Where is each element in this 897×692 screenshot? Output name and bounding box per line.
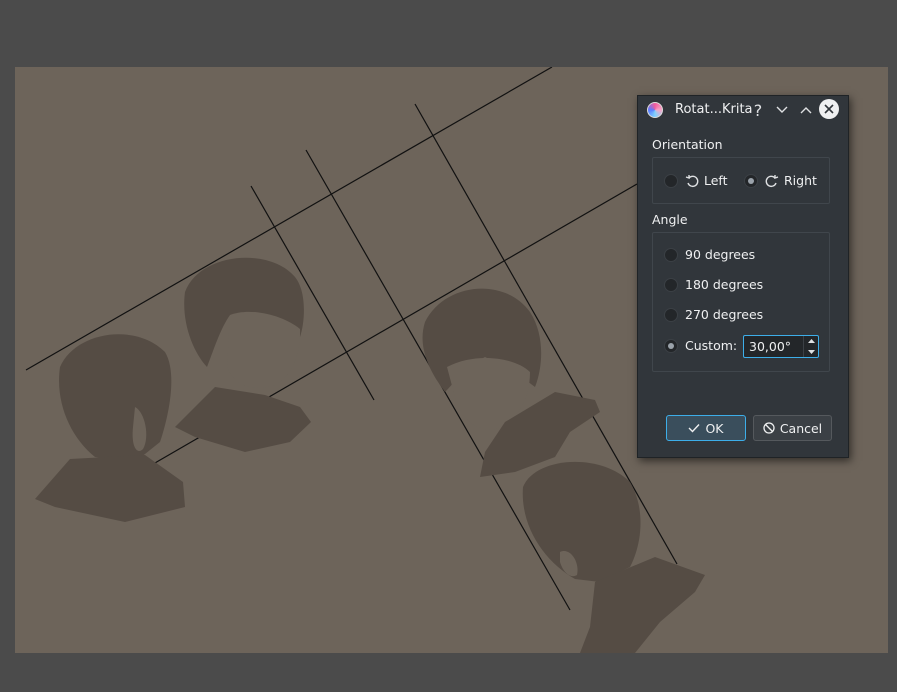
radio-custom-label: Custom: [685,338,738,353]
radio-90-label: 90 degrees [685,247,756,262]
radio-right-label: Right [784,173,817,188]
krita-icon [647,102,663,118]
radio-90-degrees[interactable]: 90 degrees [664,247,755,262]
radio-indicator[interactable] [664,338,678,353]
radio-270-degrees[interactable]: 270 degrees [664,307,763,322]
radio-custom[interactable]: Custom: [664,338,737,353]
minimize-button[interactable] [772,100,792,120]
spinbox-arrows [803,336,818,357]
radio-indicator[interactable] [664,247,678,262]
radio-indicator[interactable] [664,173,678,188]
custom-angle-value[interactable]: 30,00° [749,339,791,354]
custom-angle-spinbox[interactable]: 30,00° [743,335,819,358]
cancel-button[interactable]: Cancel [753,415,832,441]
cancel-icon [763,422,775,434]
sketch-head-4 [522,461,705,653]
rotate-right-icon [765,174,779,187]
sketch-head-1 [35,334,185,522]
cancel-label: Cancel [779,420,823,436]
spin-down-button[interactable] [804,347,818,358]
spin-up-button[interactable] [804,336,818,347]
chevron-up-icon [800,107,812,114]
radio-right[interactable]: Right [744,173,817,188]
dialog-title: Rotat...Krita [675,102,753,117]
arrow-down-icon [807,349,815,354]
close-button[interactable] [819,99,839,119]
radio-left-label: Left [704,173,728,188]
help-button[interactable]: ? [748,100,768,120]
maximize-button[interactable] [796,100,816,120]
angle-label: Angle [652,212,688,227]
ok-button[interactable]: OK [666,415,746,441]
krita-window: Rotat...Krita ? Orientation Left Right A… [0,0,897,692]
chevron-down-icon [776,106,788,113]
radio-left[interactable]: Left [664,173,728,188]
arrow-up-icon [807,339,815,344]
ok-label: OK [705,420,724,436]
radio-270-label: 270 degrees [685,307,764,322]
radio-180-label: 180 degrees [685,277,764,292]
close-icon [824,104,834,114]
orientation-group: Left Right [652,157,830,204]
radio-indicator[interactable] [664,307,678,322]
dialog-titlebar[interactable]: Rotat...Krita ? [638,96,848,124]
rotate-left-icon [685,174,699,187]
rotate-image-dialog: Rotat...Krita ? Orientation Left Right A… [637,95,849,458]
radio-indicator[interactable] [744,173,758,188]
orientation-label: Orientation [652,137,723,152]
sketch-head-2 [175,257,311,452]
checkmark-icon [688,424,700,433]
radio-180-degrees[interactable]: 180 degrees [664,277,763,292]
radio-indicator[interactable] [664,277,678,292]
